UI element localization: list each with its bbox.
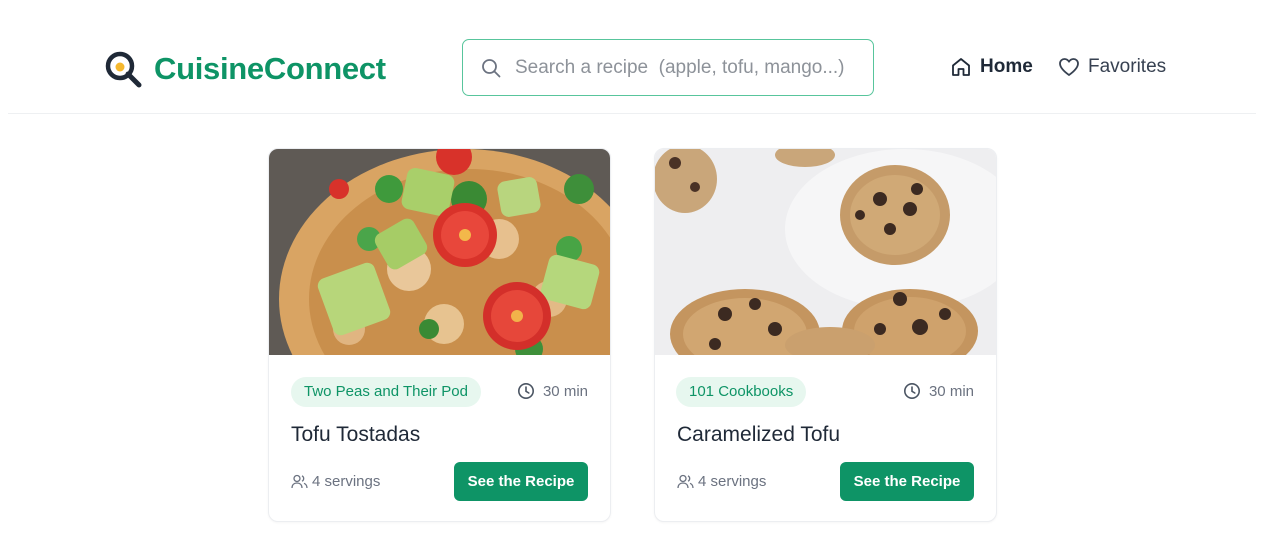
home-icon [952,58,970,76]
caramelized-tofu-photo [655,149,996,355]
heart-icon [1059,58,1079,76]
cook-time-label: 30 min [542,382,588,400]
cook-time: 30 min [517,382,588,400]
recipe-card[interactable]: Two Peas and Their Pod 30 min Tofu Tosta… [268,148,611,522]
clock-icon [903,383,920,399]
search-input[interactable] [515,56,855,79]
see-recipe-button[interactable]: See the Recipe [454,462,588,501]
brand-name: CuisineConnect [154,51,386,86]
users-icon [291,474,308,489]
cook-time-label: 30 min [928,382,974,400]
recipe-source-badge: 101 Cookbooks [676,377,807,407]
see-recipe-button[interactable]: See the Recipe [840,462,974,501]
servings: 4 servings [291,473,380,490]
clock-icon [517,383,534,399]
servings-label: 4 servings [698,473,767,490]
servings-label: 4 servings [312,473,381,490]
nav-favorites-link[interactable]: Favorites [1058,56,1166,78]
servings: 4 servings [677,473,766,490]
search-icon [482,58,501,77]
brand-logo[interactable]: CuisineConnect [104,50,386,88]
header-divider [8,113,1256,114]
frying-pan-magnifier-icon [105,51,142,88]
recipe-source-badge: Two Peas and Their Pod [291,377,481,407]
nav-home-link[interactable]: Home [950,56,1033,78]
nav-favorites-label: Favorites [1088,56,1167,77]
recipe-title: Caramelized Tofu [677,423,841,446]
recipe-title: Tofu Tostadas [291,423,421,446]
users-icon [677,474,694,489]
cook-time: 30 min [903,382,974,400]
tofu-tostadas-photo [269,149,610,355]
search-box[interactable] [462,39,874,96]
recipe-card[interactable]: 101 Cookbooks 30 min Caramelized Tofu 4 … [654,148,997,522]
nav-home-label: Home [980,56,1033,77]
site-header: CuisineConnect Home Favorites [0,0,1280,114]
